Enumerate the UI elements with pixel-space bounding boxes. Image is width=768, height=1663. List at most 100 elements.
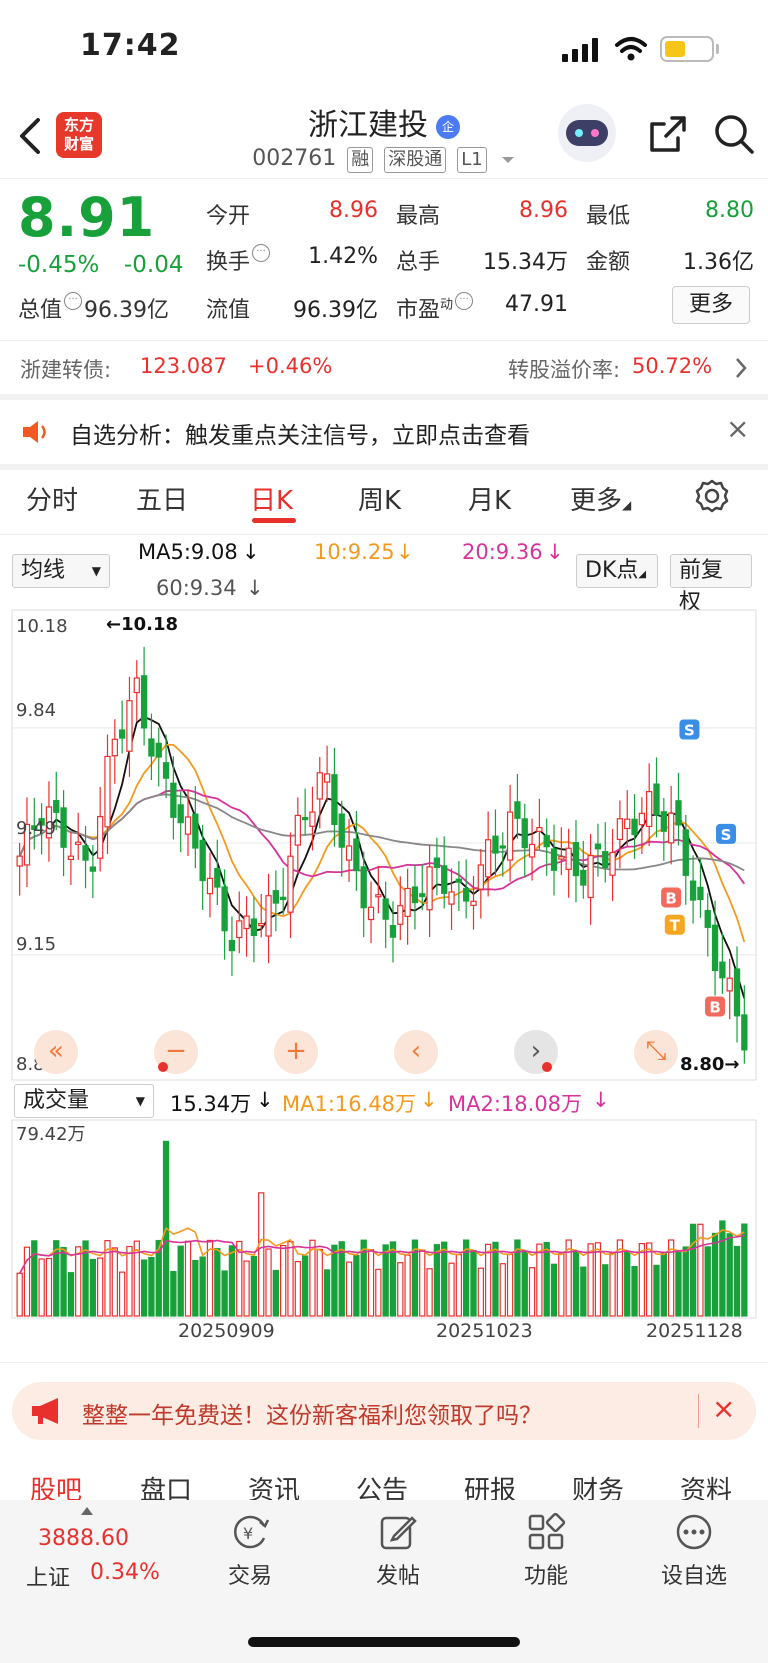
price-axis-label: 9.49 bbox=[16, 818, 56, 839]
triangle-up-icon bbox=[81, 1507, 93, 1515]
candle-body bbox=[653, 783, 660, 816]
candle-body bbox=[111, 738, 118, 757]
candle-body bbox=[140, 675, 148, 729]
candle-body bbox=[199, 839, 206, 882]
candle-body bbox=[301, 816, 309, 821]
volume-bar bbox=[316, 1248, 323, 1317]
trade-icon[interactable]: ¥ bbox=[230, 1512, 270, 1552]
candle-body bbox=[624, 818, 631, 830]
volume-bar bbox=[689, 1223, 697, 1317]
tab-five-day[interactable]: 五日 bbox=[136, 480, 188, 517]
volume-bar bbox=[140, 1259, 148, 1317]
prev-icon[interactable]: ‹ bbox=[394, 1030, 438, 1074]
volume-bar bbox=[470, 1250, 477, 1317]
price-axis-label: 10.18 bbox=[16, 616, 68, 637]
close-icon[interactable]: × bbox=[712, 1392, 735, 1425]
volume-bar bbox=[75, 1246, 82, 1317]
btm-label-trade[interactable]: 交易 bbox=[200, 1558, 300, 1590]
candle-body bbox=[236, 920, 243, 939]
btm-label-function[interactable]: 功能 bbox=[496, 1558, 596, 1590]
volume-bar bbox=[704, 1246, 711, 1317]
adjust-select[interactable]: 前复权 bbox=[670, 554, 752, 615]
signal-label: S bbox=[721, 826, 732, 844]
candle-body bbox=[382, 898, 389, 920]
zoom-in-icon[interactable]: + bbox=[274, 1030, 318, 1074]
candle-body bbox=[689, 880, 697, 901]
candle-body bbox=[719, 961, 726, 979]
tag-connect: 深股通 bbox=[384, 147, 447, 173]
candle-body bbox=[675, 800, 682, 826]
info-icon[interactable]: ··· bbox=[252, 244, 271, 262]
volume-bar bbox=[382, 1244, 389, 1317]
bond-row[interactable]: 浙建转债: 123.087 +0.46% 转股溢价率: 50.72% bbox=[0, 342, 768, 394]
candle-body bbox=[741, 1014, 748, 1051]
share-icon[interactable] bbox=[646, 112, 690, 156]
ma-select[interactable]: 均线 ▼ bbox=[12, 554, 110, 588]
volume-bar bbox=[60, 1246, 67, 1317]
gear-icon[interactable] bbox=[694, 478, 730, 514]
tab-more[interactable]: 更多◢ bbox=[570, 480, 631, 517]
candle-body bbox=[170, 782, 177, 818]
volume-bar bbox=[675, 1251, 682, 1317]
label-market-cap[interactable]: 总值 ··· 96.39亿 bbox=[18, 292, 169, 324]
candle-body bbox=[53, 800, 60, 813]
index-widget[interactable]: 3888.60 上证 0.34% bbox=[20, 1504, 180, 1591]
volume-bar bbox=[214, 1248, 221, 1317]
candle-body bbox=[345, 845, 353, 861]
value-amount: 1.36亿 bbox=[683, 250, 754, 275]
date-label: 20250909 bbox=[178, 1320, 275, 1342]
fullscreen-icon[interactable]: ⤡ bbox=[634, 1030, 678, 1074]
candle-body bbox=[441, 865, 448, 894]
close-icon[interactable]: × bbox=[726, 412, 749, 445]
post-icon[interactable] bbox=[378, 1512, 418, 1552]
candle-body bbox=[638, 812, 646, 826]
candle-body bbox=[726, 977, 733, 992]
volume-bar bbox=[170, 1270, 177, 1317]
btm-label-add-watch[interactable]: 设自选 bbox=[644, 1558, 744, 1590]
more-dots-icon[interactable] bbox=[674, 1512, 714, 1552]
volume-bar bbox=[682, 1246, 689, 1317]
more-button[interactable]: 更多 bbox=[672, 286, 750, 324]
volume-bar bbox=[367, 1249, 375, 1317]
apps-icon[interactable] bbox=[526, 1512, 566, 1552]
volume-bar bbox=[228, 1245, 236, 1317]
volume-value: 15.34万 bbox=[170, 1092, 252, 1116]
volume-bar bbox=[345, 1261, 353, 1317]
volume-bar bbox=[118, 1271, 126, 1317]
candle-body bbox=[704, 909, 711, 928]
label-turnover[interactable]: 换手 ··· bbox=[206, 244, 272, 276]
change-value: -0.04 bbox=[124, 252, 184, 278]
candle-body bbox=[616, 818, 624, 841]
volume-bar bbox=[536, 1243, 543, 1317]
volume-chart[interactable]: 79.42万 20250808 bbox=[0, 1116, 768, 1326]
tab-monthly-k[interactable]: 月K bbox=[468, 480, 511, 517]
volume-bar bbox=[23, 1246, 31, 1317]
volume-bar bbox=[67, 1272, 75, 1317]
info-icon[interactable]: ··· bbox=[64, 292, 83, 310]
robot-assistant-icon[interactable] bbox=[558, 104, 616, 162]
volume-bar bbox=[441, 1241, 448, 1317]
tab-intraday[interactable]: 分时 bbox=[26, 480, 78, 517]
candle-body bbox=[404, 887, 411, 918]
search-icon[interactable] bbox=[712, 112, 756, 156]
chevron-right-icon bbox=[736, 358, 747, 378]
dk-point-select[interactable]: DK点◢ bbox=[576, 554, 658, 588]
volume-bar bbox=[594, 1242, 602, 1317]
candle-body bbox=[602, 851, 609, 869]
rewind-icon[interactable]: « bbox=[34, 1030, 78, 1074]
kline-chart[interactable]: SSBTB 10.18 9.84 9.49 9.15 8.80 ←10.18 8… bbox=[0, 608, 768, 1082]
btm-label-post[interactable]: 发帖 bbox=[348, 1558, 448, 1590]
candle-body bbox=[492, 835, 499, 854]
volume-select[interactable]: 成交量 ▼ bbox=[14, 1084, 154, 1118]
label-pe[interactable]: 市盈动 ··· bbox=[396, 292, 475, 324]
volume-bar bbox=[397, 1262, 404, 1317]
volume-bar bbox=[499, 1263, 506, 1317]
tab-daily-k[interactable]: 日K bbox=[250, 480, 293, 517]
candle-body bbox=[221, 886, 228, 932]
tab-weekly-k[interactable]: 周K bbox=[358, 480, 401, 517]
high-marker: ←10.18 bbox=[106, 614, 178, 635]
notice-bar[interactable]: 自选分析：触发重点关注信号，立即点击查看 × bbox=[0, 400, 768, 464]
volume-bar bbox=[726, 1233, 733, 1317]
index-change: 0.34% bbox=[90, 1560, 160, 1585]
bond-price: 123.087 bbox=[140, 354, 227, 378]
